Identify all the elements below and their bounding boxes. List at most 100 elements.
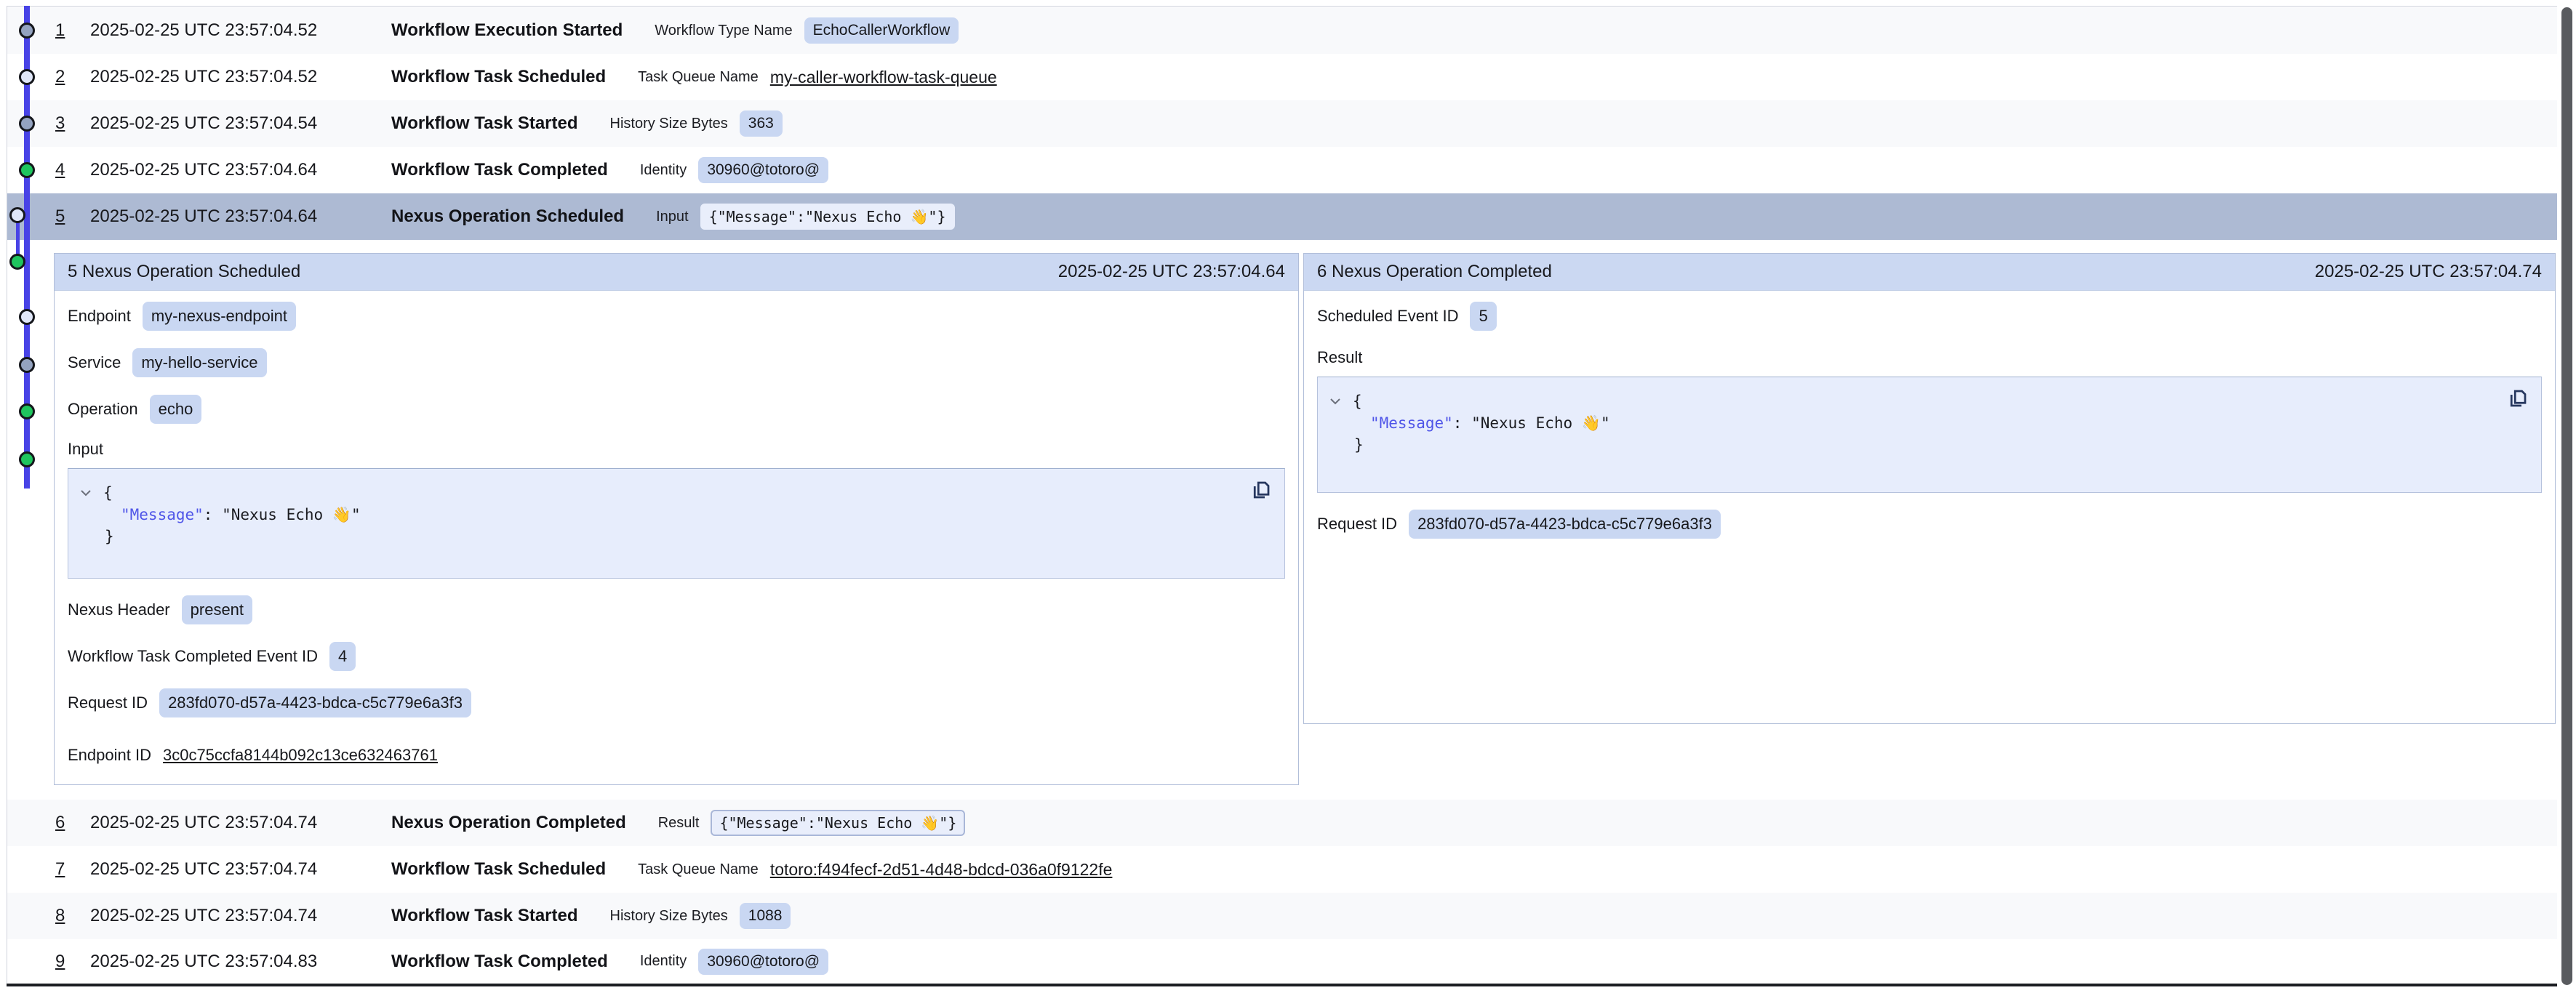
event-id-link[interactable]: 2 xyxy=(55,67,90,87)
event-detail-label: History Size Bytes xyxy=(610,116,728,132)
field-value-badge: 4 xyxy=(329,642,356,671)
event-row-7[interactable]: 7 2025-02-25 UTC 23:57:04.74 Workflow Ta… xyxy=(7,846,2557,893)
json-close-brace: } xyxy=(105,528,114,545)
copy-icon xyxy=(2507,387,2529,409)
event-detail-label: History Size Bytes xyxy=(610,908,728,925)
event-row-3[interactable]: 3 2025-02-25 UTC 23:57:04.54 Workflow Ta… xyxy=(7,100,2557,147)
event-name: Nexus Operation Completed xyxy=(391,813,626,833)
chevron-down-icon[interactable] xyxy=(80,489,95,496)
event-row-5-selected[interactable]: 5 2025-02-25 UTC 23:57:04.64 Nexus Opera… xyxy=(7,193,2557,240)
event-detail-panel-nexus-completed: 6 Nexus Operation Completed 2025-02-25 U… xyxy=(1303,253,2556,724)
table-top-border xyxy=(7,6,2557,7)
event-id-link[interactable]: 4 xyxy=(55,160,90,180)
event-timestamp: 2025-02-25 UTC 23:57:04.64 xyxy=(90,160,391,180)
event-detail-label: Result xyxy=(658,815,700,832)
event-id-link[interactable]: 9 xyxy=(55,952,90,972)
event-detail-value: EchoCallerWorkflow xyxy=(804,17,959,44)
field-service: Service my-hello-service xyxy=(68,347,267,378)
event-detail-label: Task Queue Name xyxy=(638,69,759,86)
event-row-2[interactable]: 2 2025-02-25 UTC 23:57:04.52 Workflow Ta… xyxy=(7,54,2557,100)
copy-button[interactable] xyxy=(1249,479,1273,502)
json-key: "Message" xyxy=(121,506,204,523)
scrollbar-thumb[interactable] xyxy=(2561,7,2572,985)
timeline-dot xyxy=(19,116,35,132)
event-timestamp: 2025-02-25 UTC 23:57:04.64 xyxy=(90,206,391,227)
field-label: Endpoint ID xyxy=(68,746,151,765)
json-value: "Nexus Echo 👋" xyxy=(222,506,361,523)
event-timestamp: 2025-02-25 UTC 23:57:04.74 xyxy=(90,906,391,926)
event-row-8[interactable]: 8 2025-02-25 UTC 23:57:04.74 Workflow Ta… xyxy=(7,893,2557,939)
event-row-9[interactable]: 9 2025-02-25 UTC 23:57:04.83 Workflow Ta… xyxy=(7,939,2557,984)
field-value-badge: my-nexus-endpoint xyxy=(143,302,296,331)
field-endpoint-id: Endpoint ID 3c0c75ccfa8144b092c13ce63246… xyxy=(68,740,438,771)
field-label: Service xyxy=(68,353,121,372)
event-id-link[interactable]: 5 xyxy=(55,206,90,227)
timeline-dot xyxy=(19,309,35,325)
json-colon: : xyxy=(1453,414,1471,432)
result-label: Result xyxy=(1317,347,1362,368)
event-timestamp: 2025-02-25 UTC 23:57:04.83 xyxy=(90,952,391,972)
workflow-event-history: 1 2025-02-25 UTC 23:57:04.52 Workflow Ex… xyxy=(0,0,2576,993)
copy-icon xyxy=(1250,479,1272,501)
panel-body: Scheduled Event ID 5 Result { "Message":… xyxy=(1304,291,2555,555)
event-id-link[interactable]: 1 xyxy=(55,20,90,41)
event-id-link[interactable]: 7 xyxy=(55,859,90,880)
field-label: Workflow Task Completed Event ID xyxy=(68,647,318,666)
event-timestamp: 2025-02-25 UTC 23:57:04.54 xyxy=(90,113,391,134)
field-label: Nexus Header xyxy=(68,600,170,619)
json-open-brace: { xyxy=(1353,390,1362,412)
field-value-badge: 283fd070-d57a-4423-bdca-c5c779e6a3f3 xyxy=(1409,510,1721,539)
event-id-link[interactable]: 6 xyxy=(55,813,90,833)
event-name: Workflow Execution Started xyxy=(391,20,623,41)
json-open-brace: { xyxy=(103,482,113,504)
task-queue-link[interactable]: totoro:f494fecf-2d51-4d48-bdcd-036a0f912… xyxy=(770,860,1113,880)
event-detail-label: Workflow Type Name xyxy=(655,23,792,39)
event-detail-panel-nexus-scheduled: 5 Nexus Operation Scheduled 2025-02-25 U… xyxy=(54,253,1299,785)
field-value-badge: 283fd070-d57a-4423-bdca-c5c779e6a3f3 xyxy=(159,688,471,717)
field-request-id: Request ID 283fd070-d57a-4423-bdca-c5c77… xyxy=(1317,509,1721,539)
copy-button[interactable] xyxy=(2506,387,2529,411)
json-viewer-input: { "Message": "Nexus Echo 👋" } xyxy=(68,468,1285,579)
json-value: "Nexus Echo 👋" xyxy=(1471,414,1610,432)
event-id-link[interactable]: 3 xyxy=(55,113,90,134)
field-nexus-header: Nexus Header present xyxy=(68,595,252,625)
timeline-dot xyxy=(19,162,35,178)
event-timestamp: 2025-02-25 UTC 23:57:04.74 xyxy=(90,813,391,833)
event-timestamp: 2025-02-25 UTC 23:57:04.52 xyxy=(90,67,391,87)
event-name: Workflow Task Scheduled xyxy=(391,67,606,87)
panel-title: 6 Nexus Operation Completed xyxy=(1317,262,1552,282)
timeline-dot xyxy=(19,69,35,85)
timeline-dot xyxy=(19,403,35,419)
event-timestamp: 2025-02-25 UTC 23:57:04.74 xyxy=(90,859,391,880)
field-operation: Operation echo xyxy=(68,394,201,425)
event-row-4[interactable]: 4 2025-02-25 UTC 23:57:04.64 Workflow Ta… xyxy=(7,147,2557,193)
field-label: Endpoint xyxy=(68,307,131,326)
event-id-link[interactable]: 8 xyxy=(55,906,90,926)
event-detail-label: Task Queue Name xyxy=(638,861,759,878)
panel-header: 6 Nexus Operation Completed 2025-02-25 U… xyxy=(1304,254,2555,291)
field-value-badge: 5 xyxy=(1470,302,1496,331)
timeline-dot xyxy=(19,23,35,39)
timeline-dot xyxy=(9,254,25,270)
field-endpoint: Endpoint my-nexus-endpoint xyxy=(68,301,296,331)
json-close-brace: } xyxy=(1354,436,1364,454)
event-row-1[interactable]: 1 2025-02-25 UTC 23:57:04.52 Workflow Ex… xyxy=(7,7,2557,54)
scrollbar-track[interactable] xyxy=(2557,0,2576,993)
event-name: Workflow Task Completed xyxy=(391,952,608,972)
event-detail-value: 30960@totoro@ xyxy=(698,949,828,975)
field-label: Scheduled Event ID xyxy=(1317,307,1458,326)
event-detail-value: {"Message":"Nexus Echo 👋"} xyxy=(700,204,955,230)
event-row-6[interactable]: 6 2025-02-25 UTC 23:57:04.74 Nexus Opera… xyxy=(7,800,2557,846)
event-detail-label: Identity xyxy=(640,162,687,179)
event-timestamp: 2025-02-25 UTC 23:57:04.52 xyxy=(90,20,391,41)
event-name: Workflow Task Started xyxy=(391,113,578,134)
task-queue-link[interactable]: my-caller-workflow-task-queue xyxy=(770,68,997,87)
chevron-down-icon[interactable] xyxy=(1329,398,1344,405)
event-detail-label: Input xyxy=(656,209,688,225)
endpoint-id-link[interactable]: 3c0c75ccfa8144b092c13ce632463761 xyxy=(163,746,438,765)
panel-body: Endpoint my-nexus-endpoint Service my-he… xyxy=(55,291,1298,787)
field-value-badge: my-hello-service xyxy=(132,348,266,377)
event-name: Workflow Task Started xyxy=(391,906,578,926)
json-colon: : xyxy=(204,506,222,523)
panel-timestamp: 2025-02-25 UTC 23:57:04.64 xyxy=(1058,262,1285,282)
